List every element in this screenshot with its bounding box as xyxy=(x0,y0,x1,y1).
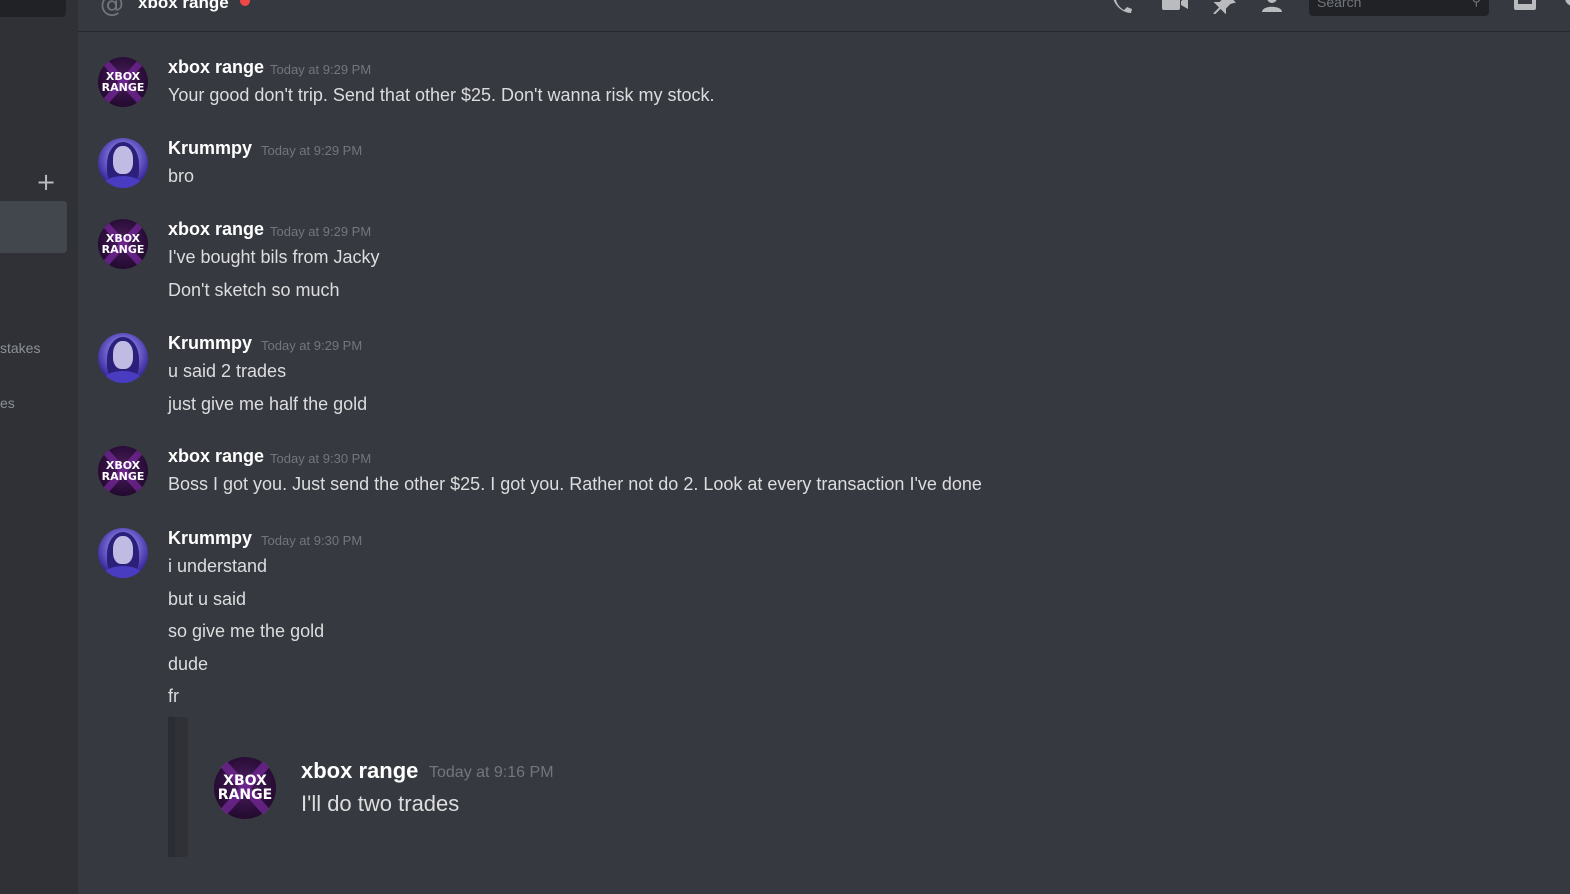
quoted-message-text: I'll do two trades xyxy=(301,791,460,816)
page-title: xbox range xyxy=(138,0,229,12)
quoted-author: xbox range xyxy=(301,758,419,783)
sidebar-item-label[interactable]: stakes xyxy=(0,340,40,356)
message-author[interactable]: xbox range xyxy=(168,219,264,240)
message-timestamp: Today at 9:29 PM xyxy=(270,224,372,239)
message-timestamp: Today at 9:29 PM xyxy=(261,143,363,158)
sidebar-item-label[interactable]: es xyxy=(0,395,15,411)
search-input[interactable]: Search ⚲ xyxy=(1309,0,1489,16)
message-text: but u said xyxy=(168,589,247,609)
message-timestamp: Today at 9:29 PM xyxy=(270,62,372,77)
message-timestamp: Today at 9:29 PM xyxy=(261,338,363,353)
message-text: I've bought bils from Jacky xyxy=(168,247,380,267)
dm-sidebar: + stakes es xyxy=(0,0,78,894)
add-member-icon[interactable] xyxy=(1260,0,1284,14)
message-text: just give me half the gold xyxy=(168,394,368,414)
krummpy-avatar[interactable] xyxy=(98,528,148,578)
message-text: i understand xyxy=(168,556,268,576)
add-dm-icon[interactable]: + xyxy=(36,170,56,194)
quote-block xyxy=(168,717,188,857)
video-icon[interactable] xyxy=(1161,0,1188,14)
message-author[interactable]: Krummpy xyxy=(168,528,252,549)
find-conversation-box[interactable] xyxy=(0,0,66,17)
channel-header: @ xbox range Search ⚲ xyxy=(78,0,1570,32)
message-author[interactable]: xbox range xyxy=(168,446,264,467)
krummpy-avatar[interactable] xyxy=(98,333,148,383)
message-text: u said 2 trades xyxy=(168,361,287,381)
message-text: Don't sketch so much xyxy=(168,280,340,300)
xbox-range-avatar[interactable]: XBOX RANGE xyxy=(98,219,148,269)
message-text: fr xyxy=(168,686,179,706)
message-author[interactable]: Krummpy xyxy=(168,333,252,354)
message-list: XBOX RANGE xbox range Today at 9:29 PM Yo… xyxy=(78,32,1570,894)
pin-icon[interactable] xyxy=(1212,0,1236,15)
message-text: Boss I got you. Just send the other $25.… xyxy=(168,474,982,494)
at-icon: @ xyxy=(100,0,124,18)
message-author[interactable]: xbox range xyxy=(168,57,264,78)
message-timestamp: Today at 9:30 PM xyxy=(270,451,372,466)
message-text: bro xyxy=(168,166,195,186)
inbox-icon[interactable] xyxy=(1512,0,1536,14)
krummpy-avatar[interactable] xyxy=(98,138,148,188)
quoted-timestamp: Today at 9:16 PM xyxy=(429,764,554,781)
dnd-status-badge xyxy=(240,0,250,6)
message-timestamp: Today at 9:30 PM xyxy=(261,533,363,548)
xbox-range-avatar[interactable]: XBOX RANGE xyxy=(98,446,148,496)
selected-dm-item[interactable] xyxy=(0,201,67,253)
search-placeholder: Search xyxy=(1317,0,1362,10)
xbox-range-avatar[interactable]: XBOX RANGE xyxy=(98,57,148,107)
message-text: dude xyxy=(168,654,209,674)
message-text: Your good don't trip. Send that other $2… xyxy=(168,85,715,105)
message-author[interactable]: Krummpy xyxy=(168,138,252,159)
xbox-range-avatar: XBOX RANGE xyxy=(214,757,276,819)
help-icon[interactable] xyxy=(1563,0,1570,14)
call-icon[interactable] xyxy=(1112,0,1136,14)
message-text: so give me the gold xyxy=(168,621,325,641)
search-icon: ⚲ xyxy=(1471,0,1481,9)
app-window: + stakes es @ xbox range Search ⚲ XBOX R… xyxy=(0,0,1570,894)
